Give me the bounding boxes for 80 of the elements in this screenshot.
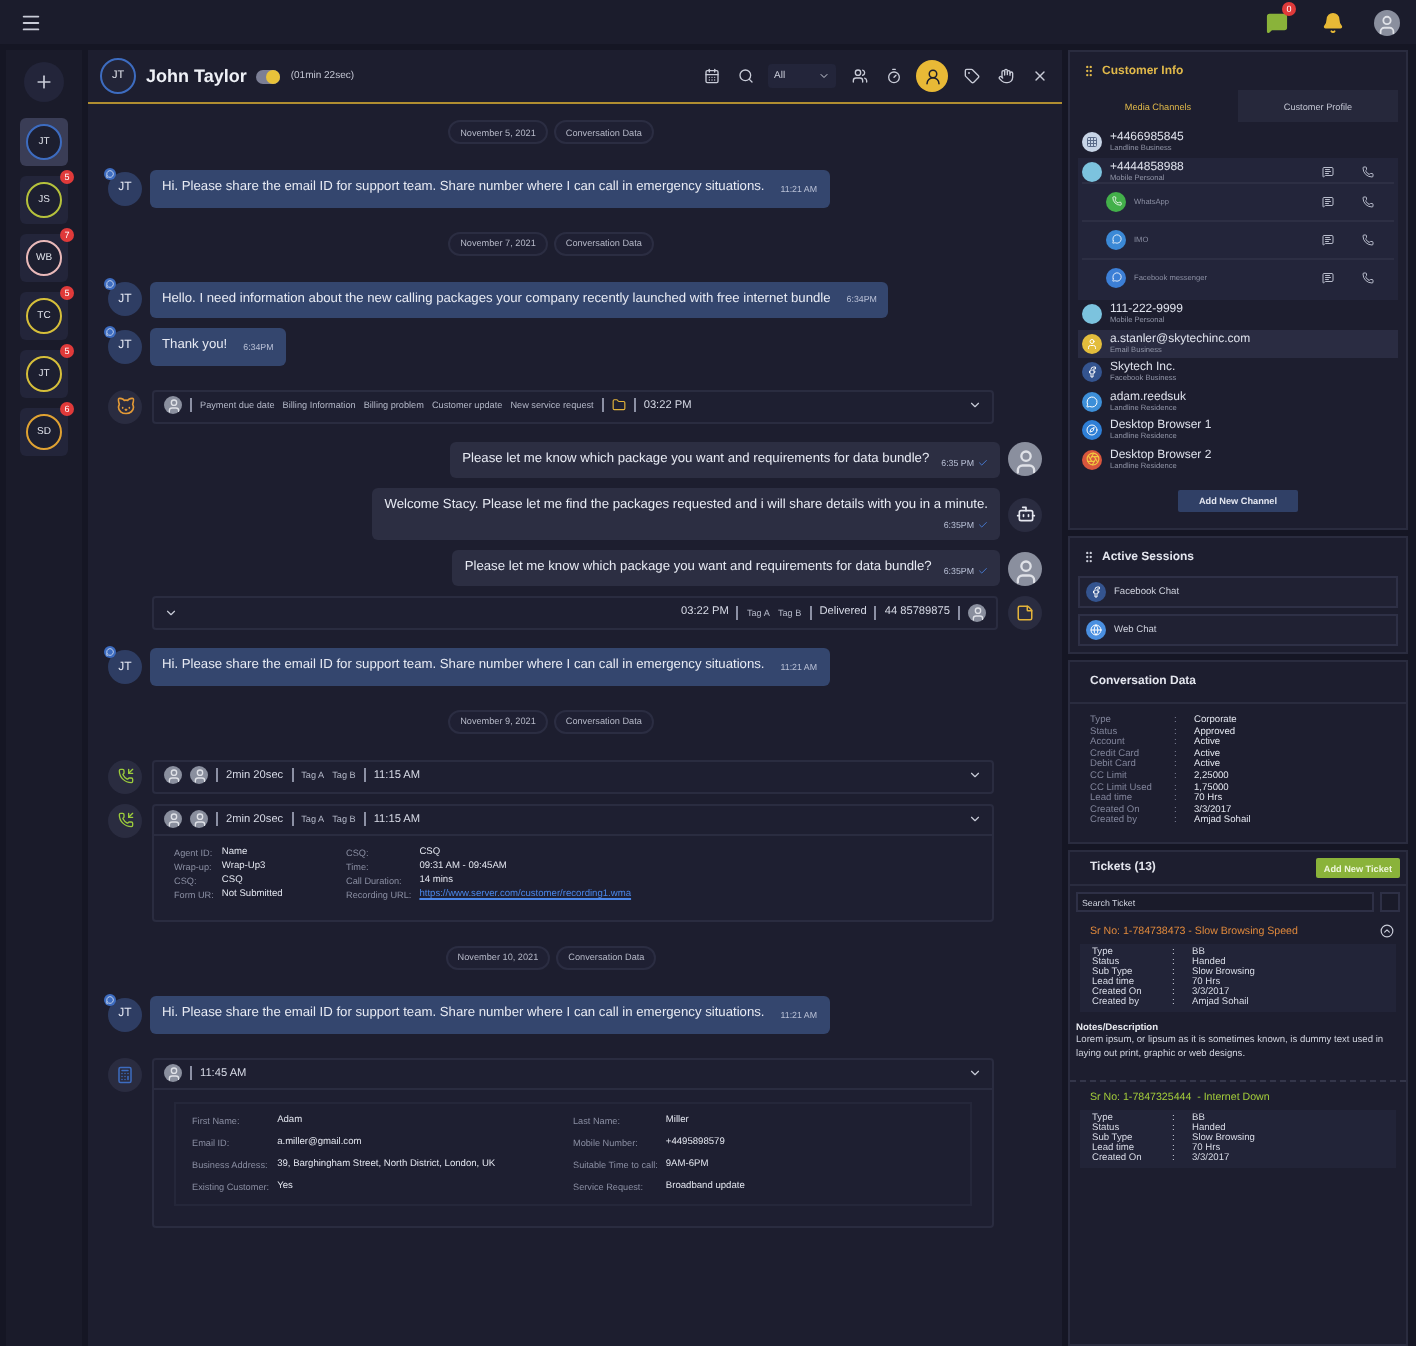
timer-icon: [885, 68, 901, 84]
circle-icon: [1082, 304, 1102, 324]
contact-name: John Taylor: [146, 66, 247, 86]
phone-button[interactable]: [1362, 195, 1374, 207]
note-icon: [1008, 596, 1042, 631]
search-button[interactable]: [734, 65, 756, 87]
message-button[interactable]: [1322, 271, 1334, 283]
calendar-icon: [703, 68, 719, 84]
group-icon: [851, 68, 867, 84]
expand-button[interactable]: [968, 768, 982, 783]
bell-button[interactable]: [1318, 8, 1346, 36]
status-toggle[interactable]: [256, 69, 281, 83]
person-avatar: [1008, 442, 1042, 477]
expand-button[interactable]: [968, 1066, 982, 1080]
drag-handle-icon: [1082, 64, 1096, 78]
chevron-down-icon: [968, 398, 982, 413]
search-icon: [737, 68, 753, 84]
messenger-icon: [104, 167, 116, 180]
timer-button[interactable]: [882, 65, 904, 87]
chat-bubble-icon: [1082, 391, 1102, 411]
messenger-icon: [104, 993, 116, 1006]
chevron-down-icon: [968, 812, 982, 827]
person-avatar: [164, 396, 182, 415]
person-avatar: [164, 766, 182, 785]
menu-icon: [19, 11, 41, 33]
chevron-down-icon: [968, 1066, 982, 1080]
collapse-icon[interactable]: [1380, 924, 1394, 939]
compass-icon: [1082, 420, 1102, 440]
group-button[interactable]: [848, 65, 870, 87]
folder-icon: [611, 398, 626, 413]
expand-button[interactable]: [968, 398, 982, 413]
chevron-down-icon: [818, 70, 830, 82]
phone-icon: [1106, 191, 1126, 211]
chevron-down-icon: [968, 768, 982, 783]
circle-icon: [1082, 161, 1102, 181]
facebook-icon: [1086, 582, 1106, 602]
message-button[interactable]: [1322, 165, 1334, 177]
person-avatar: [164, 810, 182, 829]
calculator-icon: [108, 1057, 142, 1091]
chat-bubble-icon: [1106, 229, 1126, 249]
grid-icon: [1082, 132, 1102, 152]
assign-icon: [923, 67, 941, 85]
facebook-icon: [1082, 362, 1102, 382]
expand-button[interactable]: [968, 812, 982, 827]
cat-icon: [108, 389, 142, 424]
add-button[interactable]: [24, 62, 64, 102]
person-icon: [1082, 333, 1102, 353]
messenger-icon: [104, 646, 116, 659]
assign-button[interactable]: [916, 60, 948, 92]
hand-icon: [997, 68, 1013, 84]
phone-button[interactable]: [1362, 271, 1374, 283]
label-icon: [963, 68, 979, 84]
person-avatar: [1008, 551, 1042, 586]
messenger-icon: [104, 278, 116, 291]
person-avatar: [190, 810, 208, 829]
messenger-icon: [104, 325, 116, 338]
person-avatar: [968, 603, 986, 622]
aperture-icon: [1082, 449, 1102, 469]
phone-incoming-icon: [108, 759, 142, 794]
phone-button[interactable]: [1362, 165, 1374, 177]
message-button[interactable]: [1322, 233, 1334, 245]
phone-button[interactable]: [1362, 233, 1374, 245]
phone-incoming-icon: [108, 803, 142, 838]
plus-icon: [34, 72, 54, 92]
person-avatar: [190, 766, 208, 785]
globe-icon: [1086, 620, 1106, 640]
calendar-button[interactable]: [700, 65, 722, 87]
person-avatar[interactable]: [1374, 9, 1400, 35]
expand-button[interactable]: [164, 605, 178, 620]
close-icon: [1031, 68, 1047, 84]
person-avatar: [164, 1064, 182, 1082]
messenger-icon: [1106, 267, 1126, 287]
chat-icon: [1265, 11, 1287, 33]
message-button[interactable]: [1322, 195, 1334, 207]
hand-button[interactable]: [994, 65, 1016, 87]
bell-icon: [1321, 11, 1343, 33]
bot-avatar: [1008, 497, 1042, 532]
chevron-down-icon: [164, 605, 178, 620]
label-button[interactable]: [960, 65, 982, 87]
drag-handle-icon: [1082, 550, 1096, 564]
